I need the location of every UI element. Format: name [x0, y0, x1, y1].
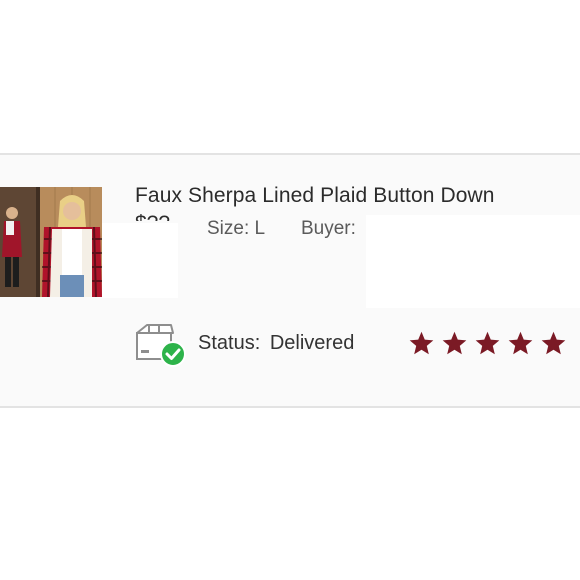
status-label: Status: [198, 332, 261, 354]
status-row: Status: Delivered [135, 323, 580, 369]
rating-stars [408, 330, 567, 357]
price-fragment: $?? [135, 213, 170, 221]
star-icon [409, 331, 434, 355]
listing-title[interactable]: Faux Sherpa Lined Plaid Button Down [135, 184, 495, 208]
star-icon [508, 331, 533, 355]
star-icon [475, 331, 500, 355]
delivered-box-icon [136, 324, 186, 367]
size-label: Size: L [207, 218, 266, 239]
status-value: Delivered [269, 332, 355, 354]
star-icon [541, 331, 566, 355]
order-card[interactable]: Faux Sherpa Lined Plaid Button Down $?? … [0, 153, 580, 408]
redaction-block [366, 215, 580, 308]
product-thumbnail[interactable] [0, 187, 102, 297]
star-icon [442, 331, 467, 355]
status-text: Status: Delivered [198, 332, 354, 355]
redaction-block [102, 223, 178, 298]
product-photo [0, 187, 102, 297]
buyer-label: Buyer: [301, 218, 356, 239]
